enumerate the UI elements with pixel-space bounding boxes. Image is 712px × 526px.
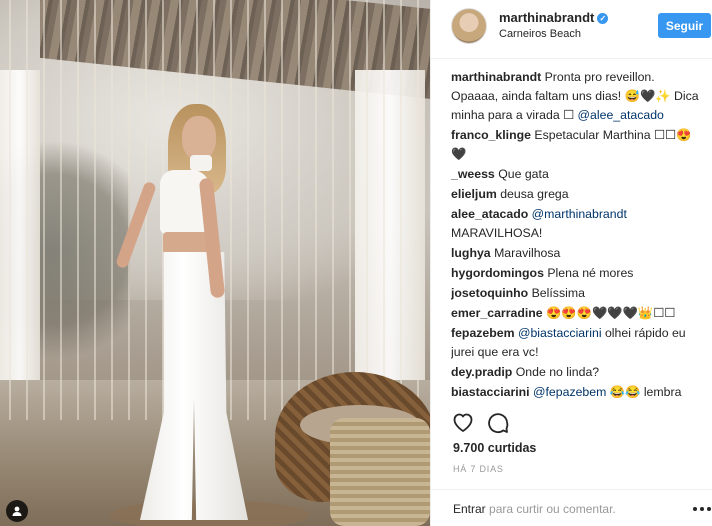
comment-username[interactable]: franco_klinge — [451, 128, 531, 142]
mention-link[interactable]: @marthinabrandt — [532, 207, 627, 221]
verified-badge-icon: ✓ — [597, 13, 609, 24]
comment-text: Que gata — [498, 167, 549, 181]
comment-item: josetoquinho Belíssima — [451, 284, 701, 303]
heart-outline-icon[interactable] — [451, 410, 475, 434]
photo-figure-midriff — [163, 232, 207, 254]
comment-item: hygordomingos Plena né mores — [451, 264, 701, 283]
comment-text: Plena né mores — [547, 266, 634, 280]
follow-button[interactable]: Seguir — [658, 13, 711, 38]
comment-username[interactable]: lughya — [451, 246, 491, 260]
comment-username[interactable]: marthinabrandt — [451, 70, 541, 84]
comment-item: biastacciarini @fepazebem 😂😂 lembra — [451, 383, 701, 402]
location-link[interactable]: Carneiros Beach — [499, 28, 581, 40]
comment-item: lughya Maravilhosa — [451, 244, 701, 263]
username-text[interactable]: marthinabrandt — [499, 10, 594, 25]
post-sidebar: marthinabrandt ✓ Carneiros Beach Seguir m… — [430, 0, 712, 526]
comment-text: 😍😍😍🖤🖤🖤👑☐☐ — [546, 306, 676, 320]
photo-figure-choker — [190, 155, 212, 171]
comment-item: marthinabrandt Pronta pro reveillon. Opa… — [451, 68, 701, 125]
comment-username[interactable]: hygordomingos — [451, 266, 544, 280]
comment-item: alee_atacado @marthinabrandt MARAVILHOSA… — [451, 205, 701, 243]
username-link[interactable]: marthinabrandt ✓ — [499, 10, 609, 25]
comments-list: marthinabrandt Pronta pro reveillon. Opa… — [451, 68, 701, 408]
photo-figure-face — [182, 116, 216, 160]
mention-link[interactable]: @fepazebem — [533, 385, 606, 399]
login-prompt-text: para curtir ou comentar. — [485, 502, 616, 516]
comment-text: Belíssima — [531, 286, 585, 300]
comment-username[interactable]: biastacciarini — [451, 385, 530, 399]
avatar[interactable] — [451, 8, 487, 44]
comment-username[interactable]: _weess — [451, 167, 495, 181]
comment-username[interactable]: fepazebem — [451, 326, 515, 340]
photo-basket — [330, 418, 430, 526]
login-prompt: Entrar para curtir ou comentar. — [453, 502, 616, 516]
comment-username[interactable]: dey.pradip — [451, 365, 512, 379]
comment-username[interactable]: alee_atacado — [451, 207, 528, 221]
comment-bar: Entrar para curtir ou comentar. — [431, 489, 712, 526]
login-link[interactable]: Entrar — [453, 502, 486, 516]
comment-text: deusa grega — [500, 187, 569, 201]
post-photo[interactable] — [0, 0, 430, 526]
post-header: marthinabrandt ✓ Carneiros Beach Seguir — [431, 0, 712, 59]
comment-text: Onde no linda? — [515, 365, 600, 379]
comment-bubble-icon[interactable] — [486, 410, 510, 434]
comment-username[interactable]: josetoquinho — [451, 286, 528, 300]
comment-text: Maravilhosa — [494, 246, 561, 260]
comment-username[interactable]: emer_carradine — [451, 306, 543, 320]
comment-item: franco_klinge Espetacular Marthina ☐☐😍🖤 — [451, 126, 701, 164]
comment-text: 😂😂 lembra — [606, 385, 682, 399]
likes-count[interactable]: 9.700 curtidas — [453, 441, 536, 455]
comment-username[interactable]: elieljum — [451, 187, 497, 201]
post-timestamp: HÁ 7 DIAS — [453, 464, 504, 474]
more-options-icon[interactable] — [692, 506, 712, 512]
comment-item: _weess Que gata — [451, 165, 701, 184]
comment-item: fepazebem @biastacciarini olhei rápido e… — [451, 324, 701, 362]
comment-text: MARAVILHOSA! — [451, 226, 543, 240]
mention-link[interactable]: @alee_atacado — [578, 108, 664, 122]
comment-item: elieljum deusa grega — [451, 185, 701, 204]
mention-link[interactable]: @biastacciarini — [518, 326, 602, 340]
person-tag-icon[interactable] — [6, 500, 28, 522]
comment-item: dey.pradip Onde no linda? — [451, 363, 701, 382]
comment-item: emer_carradine 😍😍😍🖤🖤🖤👑☐☐ — [451, 304, 701, 323]
